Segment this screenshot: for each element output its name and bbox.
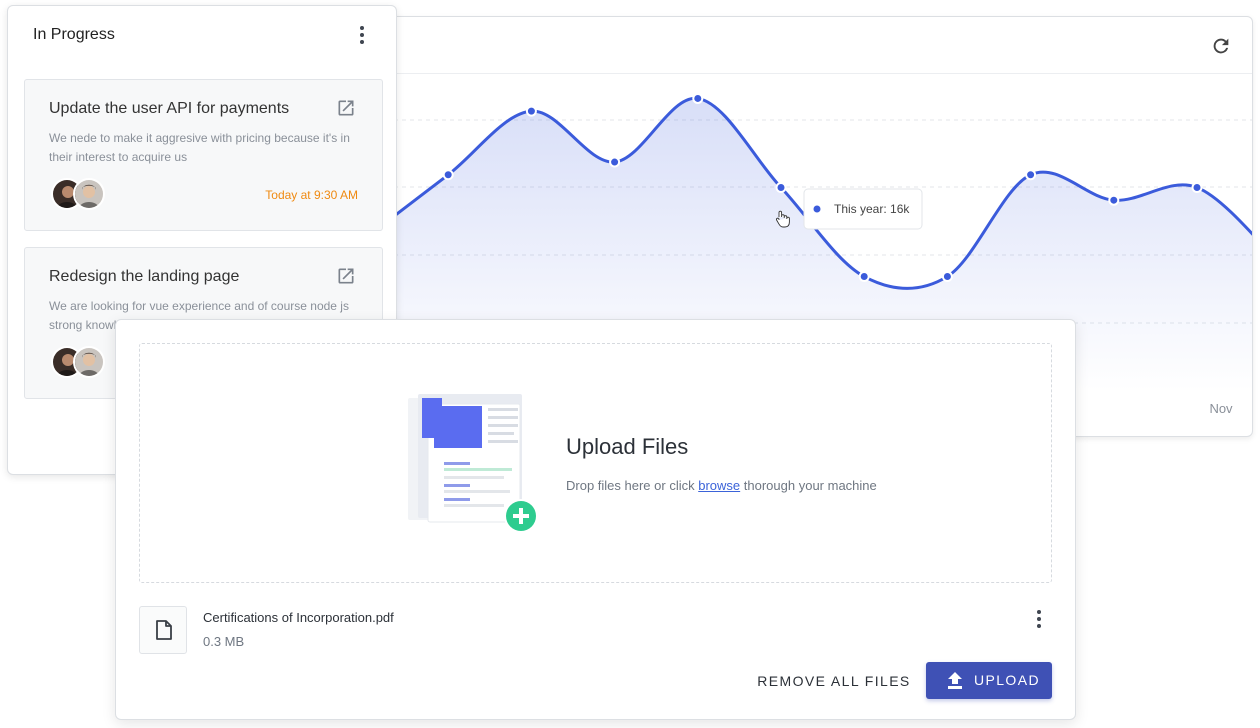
browse-link[interactable]: browse bbox=[698, 478, 740, 493]
task-description: We nede to make it aggresive with pricin… bbox=[49, 131, 350, 164]
data-point[interactable] bbox=[1025, 169, 1037, 181]
upload-hint: Drop files here or click browse thorough… bbox=[566, 478, 877, 493]
data-point[interactable] bbox=[941, 271, 953, 283]
hint-suffix: thorough your machine bbox=[743, 478, 877, 493]
file-size: 0.3 MB bbox=[203, 634, 245, 649]
documents-illustration-icon bbox=[408, 394, 544, 534]
task-time: Today at 9:30 AM bbox=[265, 188, 358, 202]
hint-prefix: Drop files here or click bbox=[566, 478, 695, 493]
data-point[interactable] bbox=[609, 156, 621, 168]
open-external-icon[interactable] bbox=[336, 266, 356, 286]
upload-arrow-icon bbox=[948, 672, 962, 689]
data-point[interactable] bbox=[525, 105, 537, 117]
open-external-icon[interactable] bbox=[336, 98, 356, 118]
assignee-avatars bbox=[51, 178, 111, 212]
data-point[interactable] bbox=[775, 181, 787, 193]
file-dropzone[interactable]: Upload Files Drop files here or click br… bbox=[139, 343, 1052, 583]
assignee-avatars bbox=[51, 346, 111, 380]
task-title: Redesign the landing page bbox=[49, 268, 240, 285]
file-name: Certifications of Incorporation.pdf bbox=[203, 610, 394, 625]
data-point[interactable] bbox=[442, 169, 454, 181]
remove-all-files-button[interactable]: REMOVE ALL FILES bbox=[734, 663, 934, 699]
avatar bbox=[73, 346, 105, 378]
data-point[interactable] bbox=[692, 92, 704, 104]
data-point[interactable] bbox=[1108, 194, 1120, 206]
upload-button-label: UPLOAD bbox=[974, 672, 1040, 688]
chart-tooltip: This year: 16k bbox=[803, 188, 923, 230]
task-title: Update the user API for payments bbox=[49, 100, 290, 117]
upload-button[interactable]: UPLOAD bbox=[926, 662, 1052, 699]
task-card[interactable]: Update the user API for payments We nede… bbox=[24, 79, 383, 231]
panel-title: In Progress bbox=[33, 26, 115, 43]
data-point[interactable] bbox=[858, 271, 870, 283]
upload-panel: Upload Files Drop files here or click br… bbox=[115, 319, 1076, 720]
x-tick-label: Nov bbox=[1209, 401, 1233, 416]
kebab-menu-icon[interactable] bbox=[352, 25, 372, 45]
upload-title: Upload Files bbox=[566, 434, 689, 459]
file-icon bbox=[139, 606, 187, 654]
file-options-kebab-icon[interactable] bbox=[1029, 609, 1049, 629]
avatar bbox=[73, 178, 105, 210]
data-point[interactable] bbox=[1191, 181, 1203, 193]
tooltip-text: This year: 16k bbox=[834, 202, 910, 216]
